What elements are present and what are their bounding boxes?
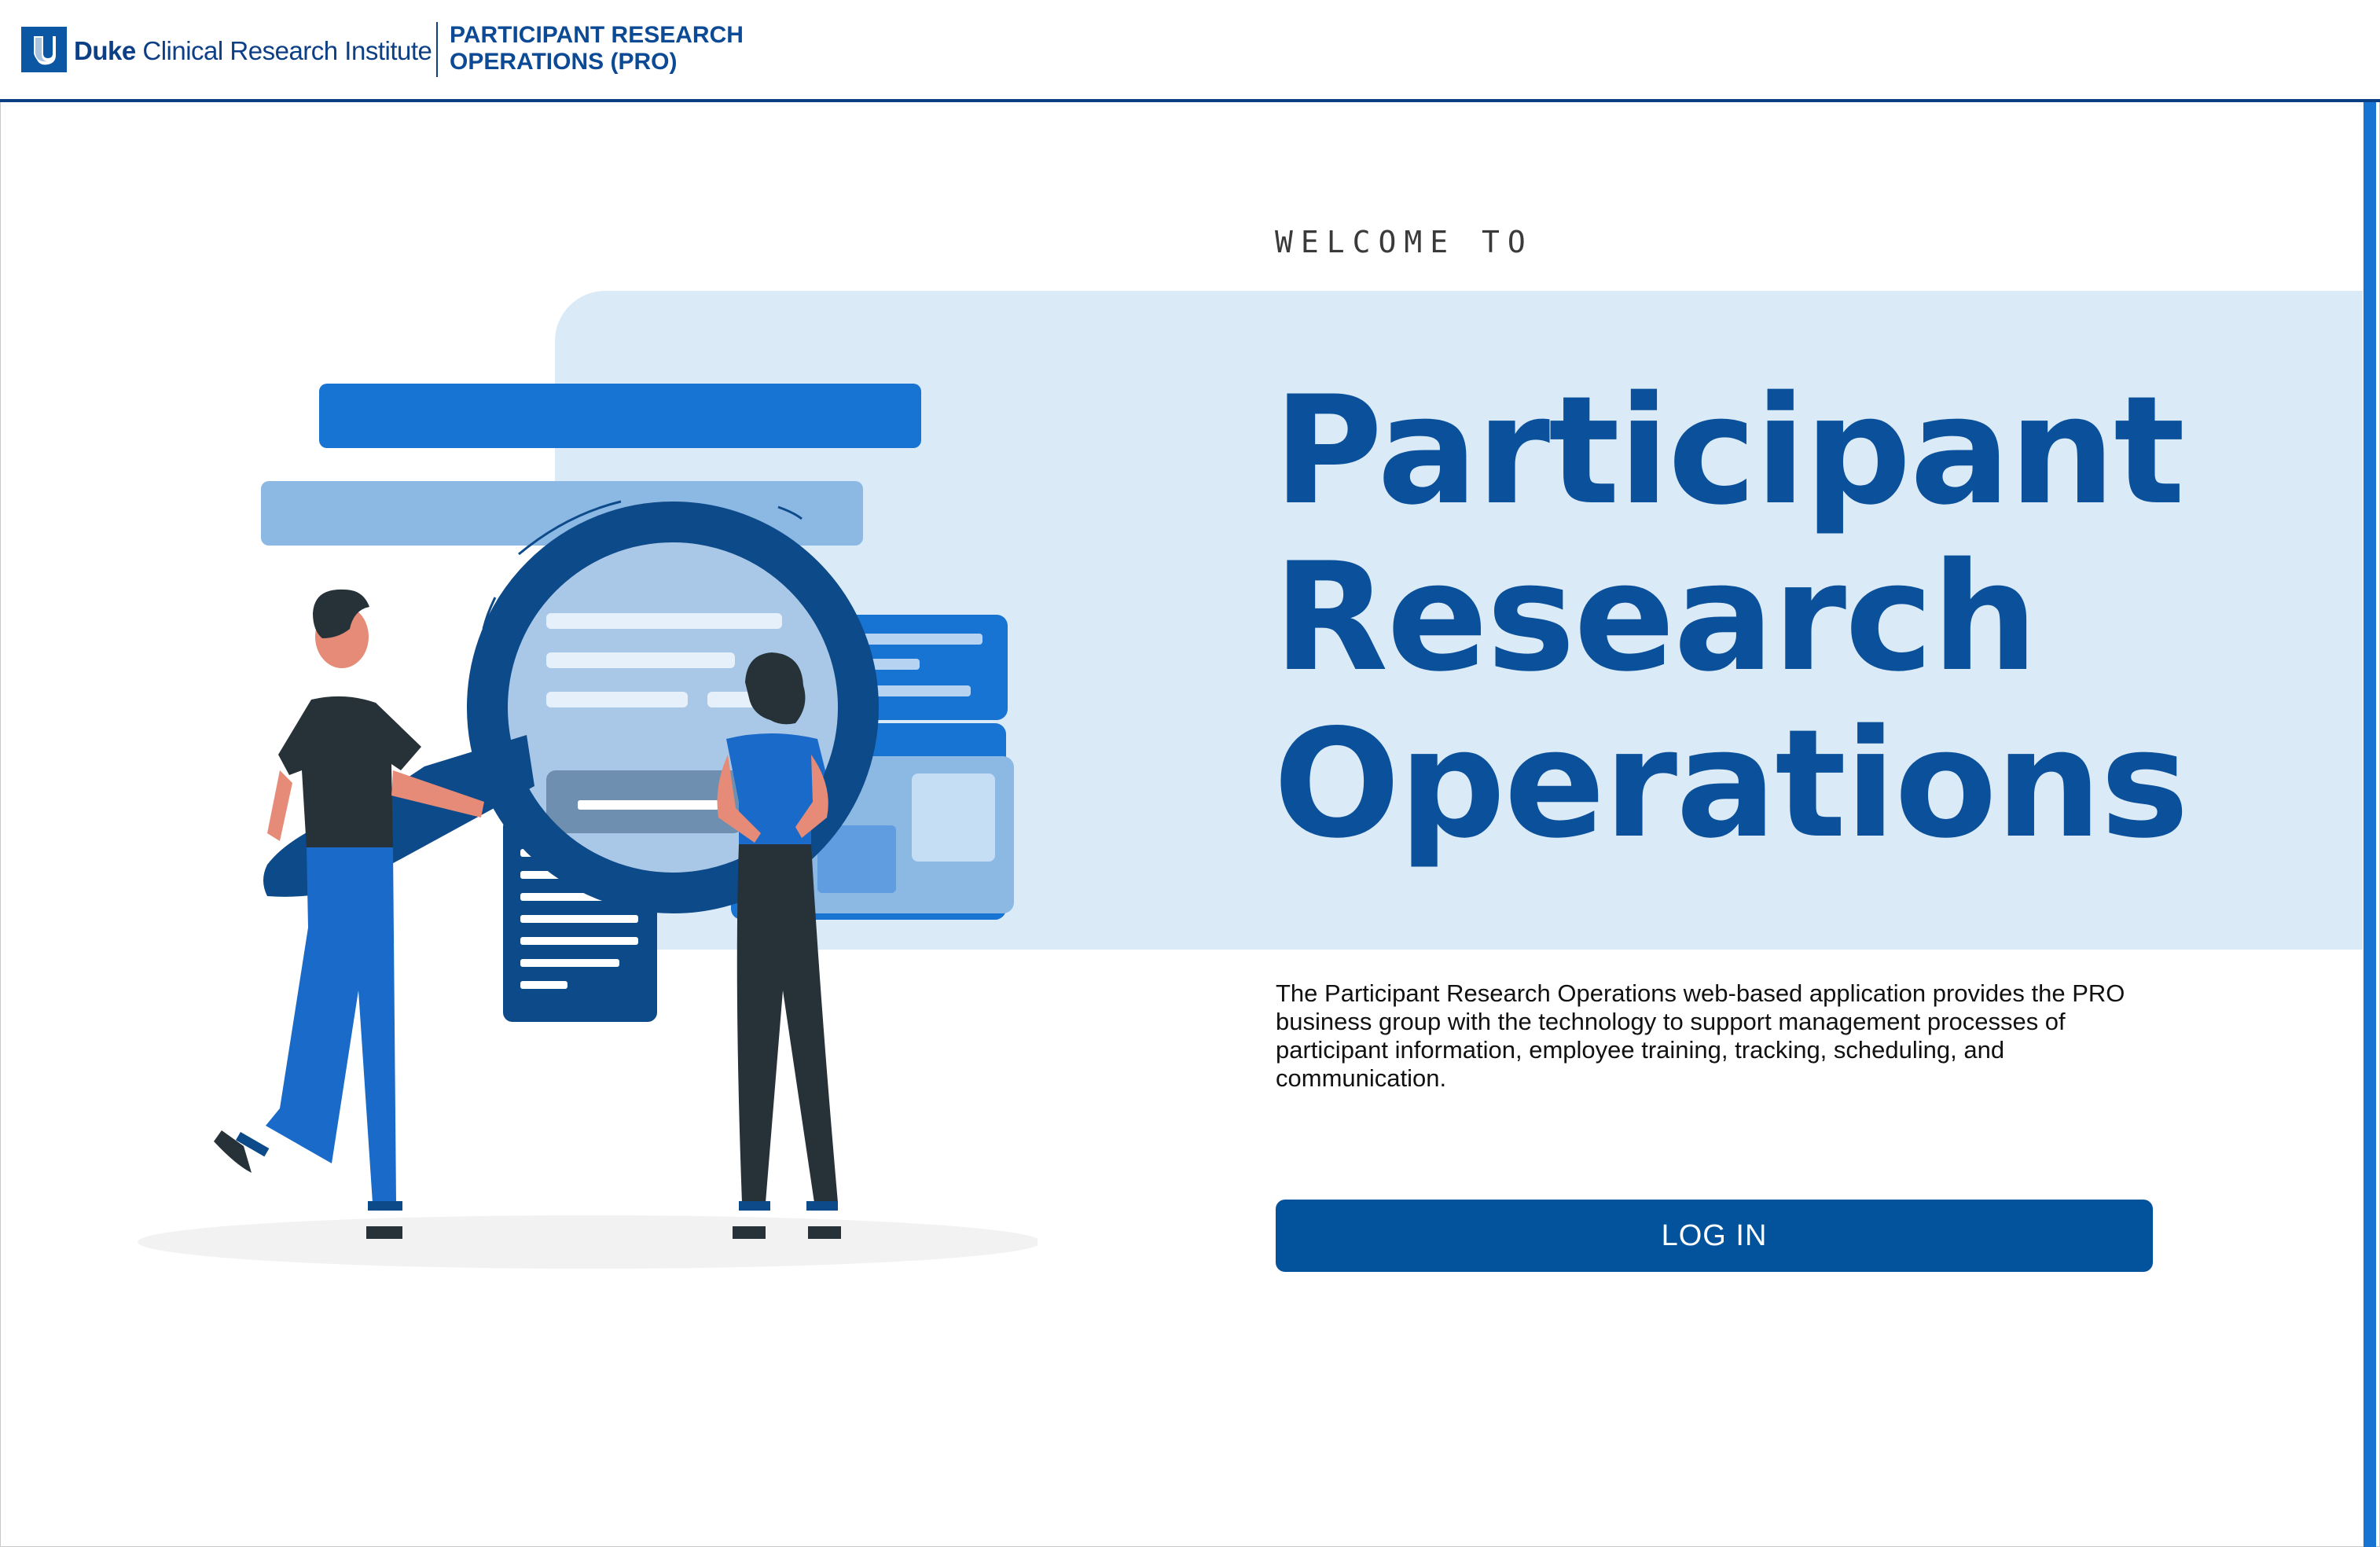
login-button[interactable]: LOG IN: [1276, 1200, 2153, 1272]
header-divider: [436, 22, 438, 77]
app-title: PARTICIPANT RESEARCH OPERATIONS (PRO): [450, 22, 780, 75]
top-header: Duke Clinical Research Institute PARTICI…: [0, 0, 2380, 102]
page-title: Participant Research Operations: [1273, 368, 2295, 868]
people-with-magnifying-glass-illustration: [138, 384, 1038, 1269]
app-title-line-1: PARTICIPANT RESEARCH: [450, 22, 744, 48]
app-title-line-2: OPERATIONS (PRO): [450, 49, 678, 75]
app-description: The Participant Research Operations web-…: [1276, 979, 2125, 1092]
brand-name[interactable]: Duke Clinical Research Institute: [74, 31, 432, 71]
welcome-label: WELCOME TO: [1275, 225, 1533, 259]
title-line-1: Participant: [1273, 364, 2185, 538]
duke-shield-icon: [21, 27, 67, 72]
scrollbar-accent: [2363, 102, 2376, 1547]
title-line-3: Operations: [1273, 697, 2189, 871]
title-line-2: Research: [1273, 531, 2038, 704]
brand-bold: Duke: [74, 36, 136, 65]
brand-rest: Clinical Research Institute: [142, 36, 432, 65]
